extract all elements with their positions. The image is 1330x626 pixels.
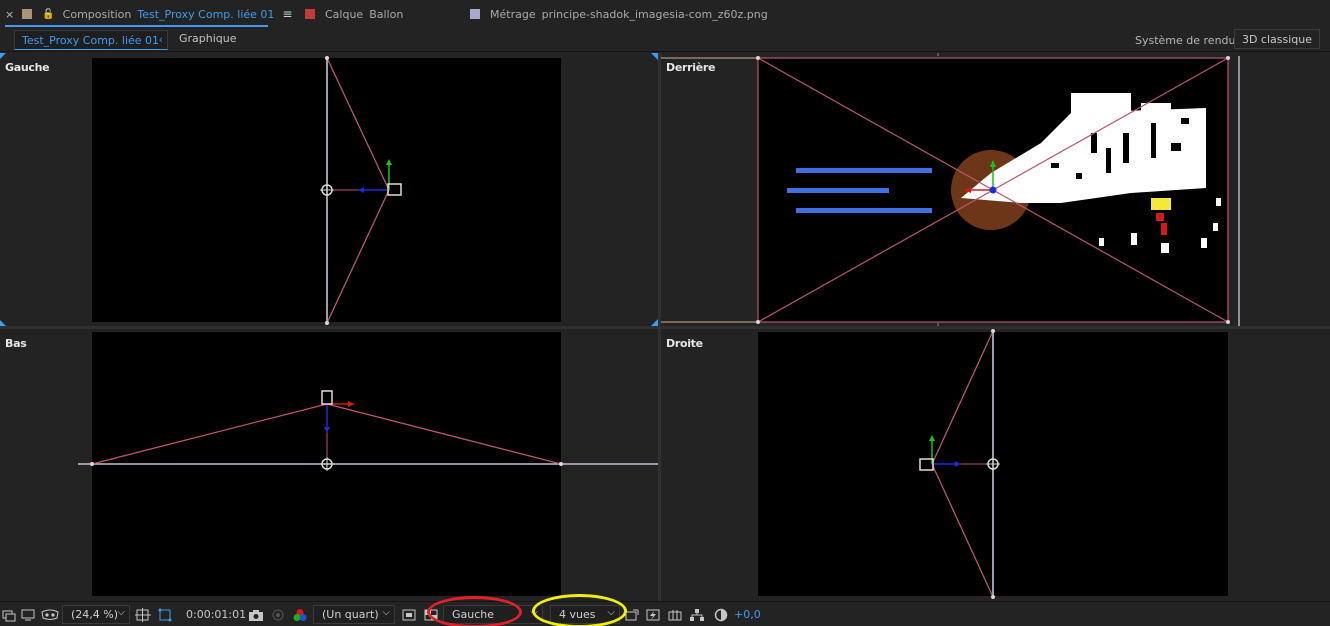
region-of-interest-icon[interactable] xyxy=(401,602,417,626)
grid-guides-icon[interactable] xyxy=(135,602,151,626)
viewer-toolbar: (24,4 %) ⌵ 0:00:01:01 (Un quart) ⌵ Gauch… xyxy=(0,601,1330,626)
camera-wireframe xyxy=(0,53,658,326)
camera-wireframe xyxy=(919,329,1000,599)
breadcrumb-current-comp[interactable]: Test_Proxy Comp. liée 01 ‹ xyxy=(14,30,168,50)
tab-label: Métrage xyxy=(490,7,536,21)
view-divider-horizontal[interactable] xyxy=(0,326,1330,329)
color-channels-icon[interactable] xyxy=(292,602,308,626)
tab-footage[interactable]: Métrage principe-shadok_imagesia-com_z60… xyxy=(470,0,768,28)
timeline-icon[interactable] xyxy=(667,602,683,626)
highlight-view-layout-annotation xyxy=(532,594,627,626)
view-bottom[interactable]: Bas xyxy=(0,329,658,601)
show-snapshot-icon[interactable] xyxy=(270,602,286,626)
panel-tab-bar: × 🔓 Composition Test_Proxy Comp. liée 01… xyxy=(0,0,1330,28)
always-preview-icon[interactable] xyxy=(2,602,16,626)
mask-visibility-icon[interactable] xyxy=(157,602,173,626)
tab-value: Test_Proxy Comp. liée 01 xyxy=(137,7,275,21)
tab-composition[interactable]: × 🔓 Composition Test_Proxy Comp. liée 01… xyxy=(5,0,292,28)
view-label: Gauche xyxy=(5,61,50,74)
active-tab-indicator xyxy=(5,25,268,27)
flowchart-icon[interactable] xyxy=(689,602,705,626)
renderer-label: Système de rendu : xyxy=(1135,34,1243,47)
toggle-pixel-aspect-icon[interactable] xyxy=(624,602,640,626)
view-back[interactable]: Derrière xyxy=(661,53,1330,326)
zoom-value: (24,4 %) xyxy=(71,608,119,621)
exposure-value[interactable]: +0,0 xyxy=(734,602,761,626)
tab-value: principe-shadok_imagesia-com_z60z.png xyxy=(541,7,768,21)
tab-label: Composition xyxy=(62,7,132,21)
panel-menu-icon[interactable]: ≡ xyxy=(282,7,292,21)
exposure-reset-icon[interactable] xyxy=(713,602,729,626)
current-time[interactable]: 0:00:01:01 xyxy=(186,602,246,626)
zoom-dropdown[interactable]: (24,4 %) ⌵ xyxy=(62,605,130,624)
tab-layer[interactable]: Calque Ballon xyxy=(305,0,403,28)
chevron-down-icon: ⌵ xyxy=(382,607,390,618)
view-right[interactable]: Droite xyxy=(661,329,1330,601)
snapshot-icon[interactable] xyxy=(248,602,264,626)
lock-icon[interactable]: 🔓 xyxy=(42,9,54,20)
renderer-button[interactable]: 3D classique xyxy=(1234,29,1320,49)
view-label: Derrière xyxy=(666,61,716,74)
vr-mask-icon[interactable] xyxy=(41,602,59,626)
chevron-down-icon: ⌵ xyxy=(117,607,125,618)
camera-wireframe xyxy=(78,390,658,471)
view-left[interactable]: Gauche xyxy=(0,53,658,326)
chevron-left-icon[interactable]: ‹ xyxy=(159,33,163,46)
breadcrumb-next-comp[interactable]: Graphique xyxy=(179,32,237,45)
close-icon[interactable]: × xyxy=(5,8,14,21)
label-color-swatch xyxy=(470,9,480,19)
breadcrumb-label: Test_Proxy Comp. liée 01 xyxy=(22,33,160,47)
view-label: Droite xyxy=(666,337,703,350)
composition-navigator: Test_Proxy Comp. liée 01 ‹ Graphique Sys… xyxy=(0,28,1330,52)
viewer-area: Gauche Derrière Bas Droite xyxy=(0,53,1330,601)
tab-value: Ballon xyxy=(369,7,404,21)
view-label: Bas xyxy=(5,337,27,350)
highlight-active-view-annotation xyxy=(427,596,522,626)
label-color-swatch xyxy=(22,9,33,19)
fast-previews-icon[interactable] xyxy=(645,602,661,626)
scene-content xyxy=(661,53,1240,326)
resolution-value: (Un quart) xyxy=(322,608,379,621)
tab-label: Calque xyxy=(325,7,364,21)
resolution-dropdown[interactable]: (Un quart) ⌵ xyxy=(313,605,395,624)
monitor-icon[interactable] xyxy=(21,602,35,626)
label-color-swatch xyxy=(305,9,315,19)
